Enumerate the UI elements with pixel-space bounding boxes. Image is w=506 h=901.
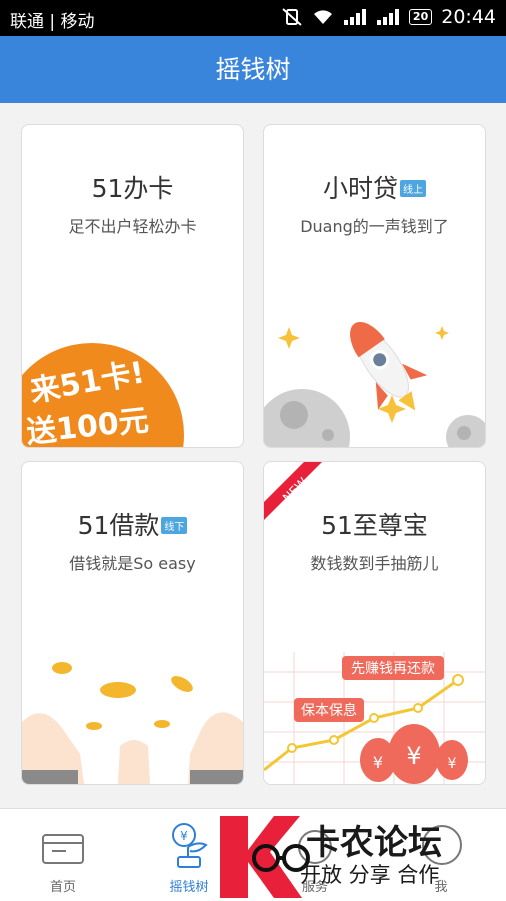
tab-label: 首页 (49, 880, 76, 895)
home-icon (42, 834, 84, 864)
status-bar: 联通 | 移动 20 20:44 (0, 0, 506, 36)
carrier-label: 联通 | 移动 (10, 12, 95, 32)
battery-icon: 20 (408, 9, 433, 25)
coins-hands-illustration (22, 662, 243, 784)
svg-text:¥: ¥ (373, 753, 383, 772)
online-tag: 线上 (400, 179, 426, 197)
svg-text:¥: ¥ (406, 742, 421, 770)
tab-label: 摇钱树 (169, 880, 209, 895)
offline-tag: 线下 (161, 516, 188, 534)
svg-text:¥: ¥ (448, 756, 457, 772)
card-subtitle: 足不出户轻松办卡 (68, 217, 197, 236)
chart-label-guaranteed: 保本保息 (301, 702, 357, 719)
wifi-icon (313, 10, 332, 24)
card-51-loan[interactable]: 51借款 线下 借钱就是So easy (21, 461, 244, 785)
card-subtitle: 数钱数到手抽筋儿 (310, 554, 439, 573)
clock: 20:44 (441, 6, 496, 28)
promo-badge-graphic: 来51卡! 送100元 (22, 343, 184, 447)
money-tree-icon: ¥ (172, 823, 208, 868)
signal-1-icon (343, 9, 366, 25)
tab-home[interactable]: 首页 (0, 809, 126, 901)
vibrate-off-icon (282, 8, 302, 26)
tab-money-tree[interactable]: ¥ 摇钱树 (126, 809, 252, 901)
chart-label-earn-first: 先赚钱再还款 (351, 661, 435, 677)
tab-me[interactable]: 我 (378, 809, 504, 901)
page-title: 摇钱树 (215, 55, 291, 84)
card-subtitle: Duang的一声钱到了 (300, 217, 449, 236)
card-51-supreme[interactable]: NEW 51至尊宝 数钱数到手抽筋儿 先赚钱再还款 保本保息 ¥ ¥ ¥ (263, 461, 486, 785)
card-subtitle: 借钱就是So easy (69, 554, 196, 573)
tab-service[interactable]: 服务 (252, 809, 378, 901)
card-title: 51借款 (77, 511, 160, 540)
card-title: 51办卡 (91, 174, 174, 203)
rocket-illustration (264, 322, 485, 447)
svg-text:¥: ¥ (180, 829, 188, 843)
card-hourly-loan[interactable]: 小时贷 线上 Duang的一声钱到了 (263, 124, 486, 448)
profile-icon (422, 825, 462, 865)
card-51-bank-card[interactable]: 51办卡 足不出户轻松办卡 来51卡! 送100元 (21, 124, 244, 448)
money-chart-illustration: 先赚钱再还款 保本保息 ¥ ¥ ¥ (264, 652, 485, 784)
card-title: 小时贷 (322, 174, 398, 203)
tab-label: 我 (434, 880, 448, 895)
app-bar: 摇钱树 (0, 36, 506, 103)
svg-text:NEW: NEW (280, 475, 310, 505)
service-icon (298, 830, 332, 864)
bottom-tab-bar: 首页 ¥ 摇钱树 服务 我 (0, 808, 506, 901)
card-title: 51至尊宝 (321, 511, 428, 540)
tab-label: 服务 (301, 880, 328, 895)
signal-2-icon (376, 9, 399, 25)
